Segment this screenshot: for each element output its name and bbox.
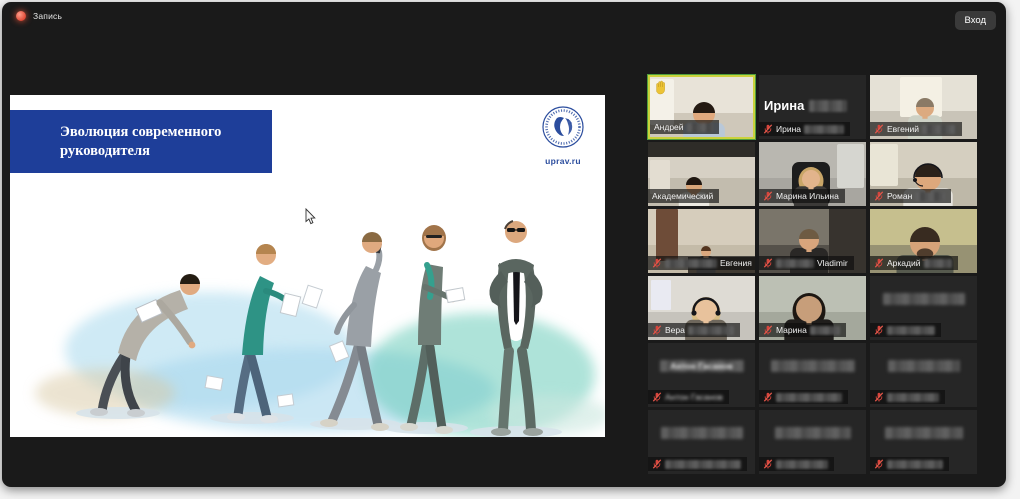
- participant-name-label: Аркадий: [870, 256, 958, 270]
- participant-tile[interactable]: [648, 410, 755, 474]
- muted-mic-icon: [874, 459, 884, 469]
- muted-mic-icon: [874, 124, 884, 134]
- participant-tile-Евгения[interactable]: Евгения: [648, 209, 755, 273]
- muted-mic-icon: [763, 191, 773, 201]
- participant-name: Марина Ильина: [776, 191, 839, 201]
- participant-name: Роман: [887, 191, 912, 201]
- participant-name: Марина: [776, 325, 807, 335]
- participant-name: Антон Гасанов: [665, 392, 723, 402]
- login-button[interactable]: Вход: [955, 11, 997, 30]
- shared-slide: Эволюция современного руководителя uprav…: [10, 95, 605, 437]
- record-dot-icon: [16, 11, 26, 21]
- participant-tile-Марина[interactable]: Марина: [759, 276, 866, 340]
- participant-tile-Вера[interactable]: Вера: [648, 276, 755, 340]
- participant-name: Аркадий: [887, 258, 921, 268]
- participant-tile-Роман[interactable]: Роман: [870, 142, 977, 206]
- participant-name-label: Марина: [759, 323, 846, 337]
- participant-name-label: Роман: [870, 189, 951, 203]
- participant-tile-Антон Гасанов[interactable]: Антон Гасанов Антон Гасанов: [648, 343, 755, 407]
- participant-tile[interactable]: [870, 276, 977, 340]
- logo-caption: uprav.ru: [534, 156, 592, 166]
- participant-name-label: Вера: [648, 323, 740, 337]
- participant-tile-Ирина[interactable]: Ирина Ирина: [759, 75, 866, 139]
- rsu-logo-emblem: [541, 105, 585, 149]
- recording-indicator: Запись: [16, 11, 62, 21]
- muted-mic-icon: [763, 258, 773, 268]
- muted-mic-icon: [874, 392, 884, 402]
- participant-center-name-blurred: [883, 293, 965, 305]
- participant-name-label: [648, 457, 747, 471]
- participant-tile-Андрей[interactable]: Андрей: [648, 75, 755, 139]
- rsu-logo: uprav.ru: [534, 105, 592, 166]
- muted-mic-icon: [763, 392, 773, 402]
- participant-name-label: Антон Гасанов: [648, 390, 729, 404]
- participant-name: Андрей: [654, 122, 684, 132]
- participant-tile[interactable]: [759, 410, 866, 474]
- participant-center-name-blurred: [885, 427, 963, 439]
- participant-name-label: [870, 390, 945, 404]
- participant-name: Ирина: [776, 124, 801, 134]
- participant-tile-Академический[interactable]: Академический: [648, 142, 755, 206]
- muted-mic-icon: [874, 258, 884, 268]
- raised-hand-icon: [654, 80, 668, 95]
- muted-mic-icon: [652, 325, 662, 335]
- participant-grid: Андрей Ирина Ирина Евгений Академический Мари…: [648, 75, 988, 477]
- participant-tile[interactable]: [870, 410, 977, 474]
- participant-name-label: [870, 323, 941, 337]
- participant-center-name-blurred: [888, 360, 960, 372]
- participant-center-name: Ирина: [764, 98, 847, 113]
- participant-name-label: [759, 390, 848, 404]
- participant-center-name-blurred: [771, 360, 855, 372]
- muted-mic-icon: [652, 258, 662, 268]
- slide-title-banner: Эволюция современного руководителя: [10, 110, 272, 173]
- muted-mic-icon: [652, 459, 662, 469]
- participant-name: Вера: [665, 325, 685, 335]
- participant-name-label: [870, 457, 949, 471]
- participant-name: Академический: [652, 191, 713, 201]
- muted-mic-icon: [763, 325, 773, 335]
- participant-name: Евгений: [887, 124, 919, 134]
- participant-name-label: Академический: [648, 189, 719, 203]
- slide-title-line1: Эволюция современного: [60, 123, 272, 142]
- participant-name-label: Евгения: [648, 256, 755, 270]
- participant-tile[interactable]: [870, 343, 977, 407]
- participant-tile-Аркадий[interactable]: Аркадий: [870, 209, 977, 273]
- muted-mic-icon: [874, 191, 884, 201]
- participant-name-label: Марина Ильина: [759, 189, 845, 203]
- muted-mic-icon: [763, 124, 773, 134]
- participant-tile-Марина Ильина[interactable]: Марина Ильина: [759, 142, 866, 206]
- participant-center-name-blurred: [661, 427, 743, 439]
- participant-name: Евгения: [720, 258, 752, 268]
- participant-name-label: Vladimir: [759, 256, 854, 270]
- participant-name: Vladimir: [817, 258, 848, 268]
- participant-center-name-blurred: [775, 427, 851, 439]
- participant-tile[interactable]: [759, 343, 866, 407]
- muted-mic-icon: [763, 459, 773, 469]
- participant-name-label: Ирина: [759, 122, 850, 136]
- participant-tile-Евгений[interactable]: Евгений: [870, 75, 977, 139]
- muted-mic-icon: [652, 392, 662, 402]
- participant-name-label: [759, 457, 834, 471]
- muted-mic-icon: [874, 325, 884, 335]
- participant-name-label: Евгений: [870, 122, 962, 136]
- slide-title-line2: руководителя: [60, 142, 272, 161]
- participant-tile-Vladimir[interactable]: Vladimir: [759, 209, 866, 273]
- recording-label: Запись: [33, 11, 62, 21]
- participant-center-name-blurred: Антон Гасанов: [660, 360, 744, 372]
- mouse-cursor: [306, 209, 315, 224]
- meeting-window: Запись Вход: [2, 2, 1006, 487]
- participant-name-label: Андрей: [650, 120, 719, 134]
